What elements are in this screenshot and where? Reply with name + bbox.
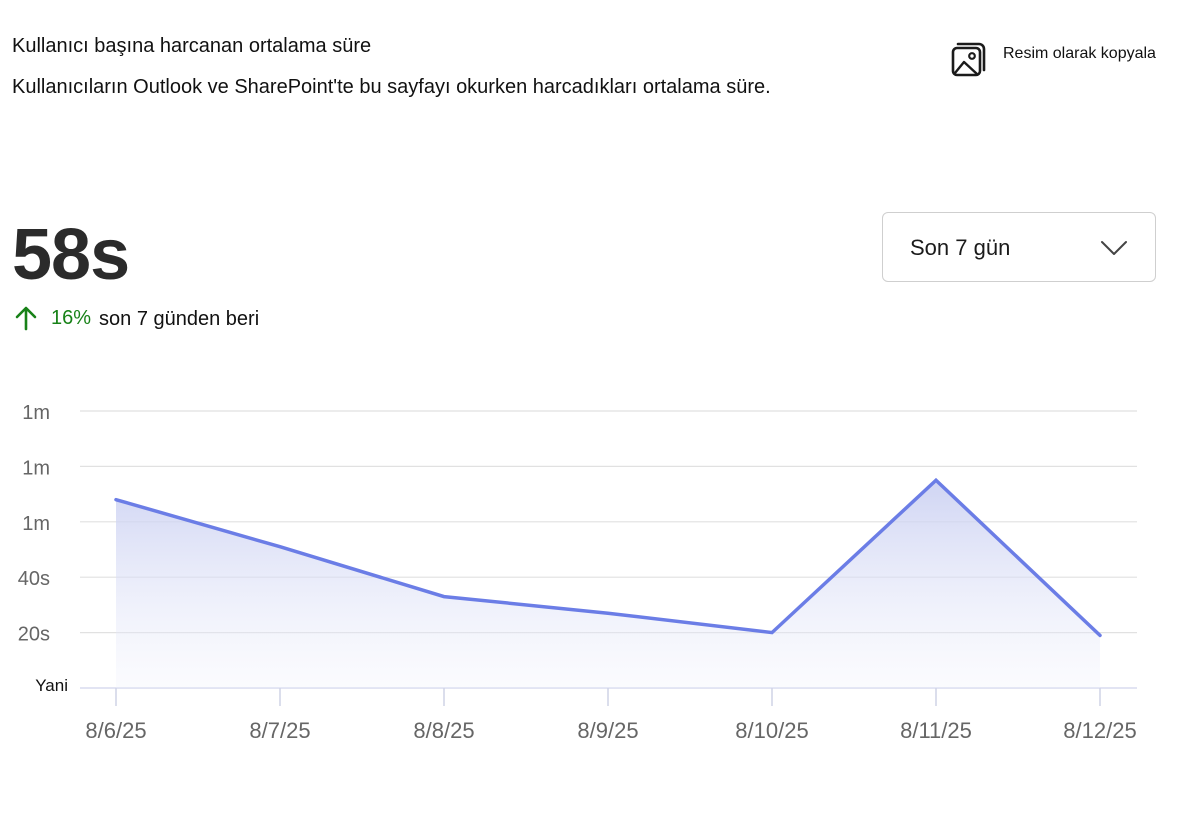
y-tick-label: 20s (18, 624, 50, 646)
chevron-down-icon (1101, 241, 1127, 255)
metric-value: 58s (12, 215, 130, 295)
x-tick-label: 8/7/25 (249, 718, 310, 743)
copy-as-image-button[interactable]: Resim olarak kopyala (948, 40, 1156, 80)
x-tick-label: 8/8/25 (413, 718, 474, 743)
y-tick-label: Yani (35, 676, 68, 695)
trend-percent: 16% (51, 306, 92, 329)
series-area (116, 480, 1100, 688)
x-tick-label: 8/9/25 (577, 718, 638, 743)
line-area-chart: Yani 20s 40s 1m 1m 1m 8/6/25 8/7/25 8/8/25 8/9/2… (18, 402, 1137, 743)
image-icon (951, 42, 986, 77)
trend-indicator: 16% son 7 günden beri (14, 303, 259, 333)
arrow-up-icon (15, 306, 37, 331)
time-range-selected: Son 7 gün (910, 235, 1011, 260)
y-tick-label: 40s (18, 568, 50, 590)
x-tick-label: 8/6/25 (85, 718, 146, 743)
x-tick-label: 8/10/25 (735, 718, 808, 743)
trend-text: son 7 günden beri (99, 307, 260, 330)
time-range-dropdown[interactable]: Son 7 gün (882, 212, 1156, 282)
card-title: Kullanıcı başına harcanan ortalama süre (12, 35, 372, 57)
y-tick-label: 1m (22, 513, 50, 535)
copy-as-image-label: Resim olarak kopyala (1003, 45, 1156, 62)
card-subtitle: Kullanıcıların Outlook ve SharePoint'te … (12, 76, 771, 98)
x-tick-label: 8/11/25 (900, 718, 972, 743)
y-tick-label: 1m (22, 402, 50, 424)
x-tick-label: 8/12/25 (1063, 718, 1136, 743)
y-tick-label: 1m (22, 457, 50, 479)
